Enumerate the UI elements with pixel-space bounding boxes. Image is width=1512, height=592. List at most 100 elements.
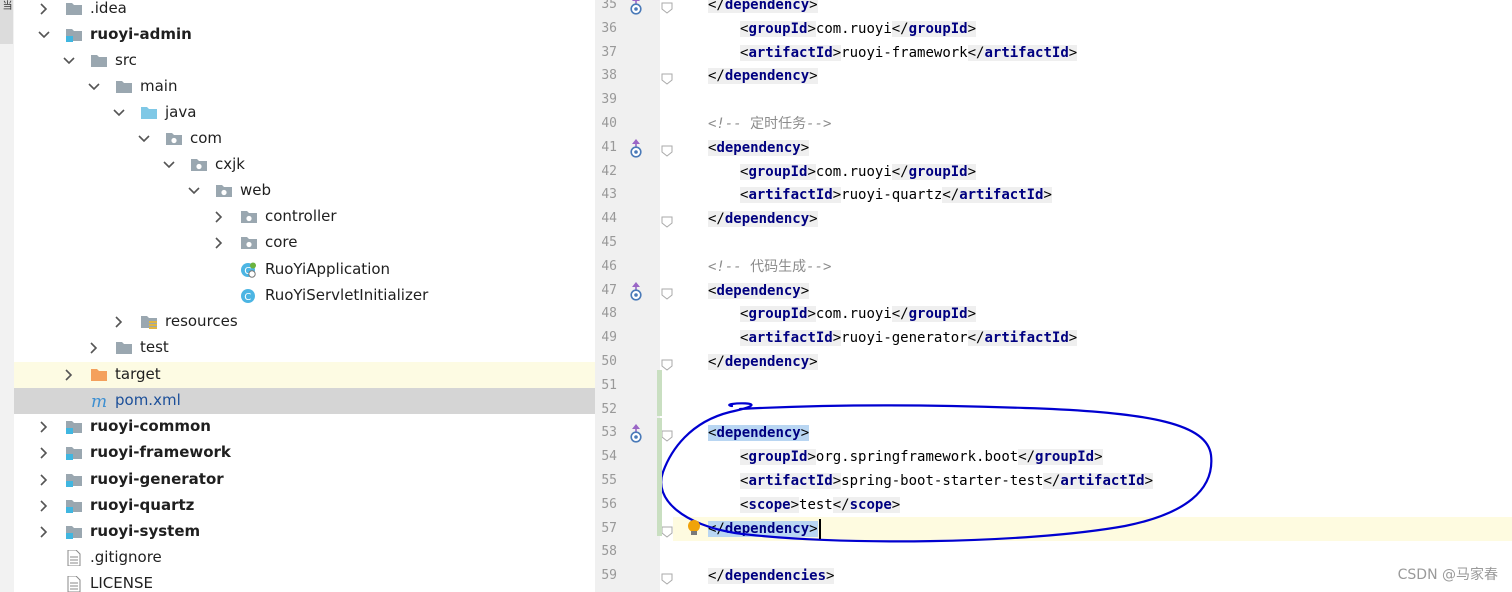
- line-number: 48: [601, 306, 617, 322]
- tree-item[interactable]: cxjk: [14, 152, 595, 178]
- expanded-chevron-icon[interactable]: [188, 185, 200, 197]
- overrides-gutter-icon[interactable]: [629, 281, 643, 301]
- tag-bracket: </: [708, 211, 725, 228]
- collapsed-chevron-icon[interactable]: [38, 3, 50, 15]
- collapsed-chevron-icon[interactable]: [38, 421, 50, 433]
- xml-tag: </dependency>: [708, 354, 818, 370]
- intention-lightbulb-icon[interactable]: [687, 519, 701, 537]
- tag-bracket: >: [967, 163, 977, 180]
- xml-close-tag: </artifactId>: [967, 330, 1078, 347]
- expanded-chevron-icon[interactable]: [138, 133, 150, 145]
- project-tool-tab[interactable]: 当: [0, 0, 13, 44]
- text-caret: [818, 518, 821, 539]
- tree-item[interactable]: core: [14, 230, 595, 256]
- tag-value: ruoyi-generator: [841, 330, 968, 347]
- folder-icon: [115, 340, 133, 356]
- line-number: 43: [601, 187, 617, 203]
- tree-item[interactable]: controller: [14, 204, 595, 230]
- collapsed-chevron-icon[interactable]: [38, 500, 50, 512]
- tree-item-label: ruoyi-framework: [90, 443, 231, 461]
- fold-marker-icon[interactable]: [661, 570, 673, 585]
- xml-open-tag: <artifactId>: [740, 44, 842, 61]
- vcs-added-marker[interactable]: [657, 418, 662, 536]
- tag-name: artifactId: [959, 187, 1044, 204]
- expanded-chevron-icon[interactable]: [63, 55, 75, 67]
- collapsed-chevron-icon[interactable]: [213, 237, 225, 249]
- tree-item[interactable]: src: [14, 48, 595, 74]
- fold-marker-icon[interactable]: [661, 213, 673, 228]
- tree-item[interactable]: ruoyi-system: [14, 519, 595, 545]
- tree-item[interactable]: .idea: [14, 0, 595, 22]
- tree-item-label: ruoyi-common: [90, 417, 211, 435]
- line-number: 35: [601, 0, 617, 12]
- tag-bracket: >: [809, 520, 818, 537]
- code-line: </dependencies>: [708, 564, 835, 588]
- collapsed-chevron-icon[interactable]: [88, 342, 100, 354]
- collapsed-chevron-icon[interactable]: [38, 526, 50, 538]
- tree-item-label: .idea: [90, 0, 127, 17]
- tag-bracket: >: [807, 306, 816, 323]
- fold-marker-icon[interactable]: [661, 0, 673, 14]
- overrides-gutter-icon[interactable]: [629, 138, 643, 158]
- vcs-added-marker[interactable]: [657, 370, 662, 416]
- fold-marker-icon[interactable]: [661, 142, 673, 157]
- tag-value: com.ruoyi: [815, 20, 892, 37]
- tree-item[interactable]: ruoyi-common: [14, 414, 595, 440]
- svg-text:C: C: [244, 292, 251, 303]
- tree-item[interactable]: test: [14, 335, 595, 361]
- collapsed-chevron-icon[interactable]: [63, 369, 75, 381]
- line-number: 42: [601, 163, 617, 179]
- collapsed-chevron-icon[interactable]: [38, 447, 50, 459]
- collapsed-chevron-icon[interactable]: [113, 316, 125, 328]
- tree-item[interactable]: com: [14, 126, 595, 152]
- expanded-chevron-icon[interactable]: [163, 159, 175, 171]
- tree-item-label: ruoyi-generator: [90, 470, 224, 488]
- code-editor[interactable]: 35 36 37 38 39 40 41 42 43 44 45 46 47 48 49 50 51 52 53 54…: [595, 0, 1512, 592]
- tag-name: artifactId: [748, 473, 833, 489]
- overrides-gutter-icon[interactable]: [629, 0, 643, 15]
- overrides-gutter-icon[interactable]: [629, 423, 643, 443]
- fold-marker-icon[interactable]: [661, 285, 673, 300]
- tree-item[interactable]: C RuoYiApplication: [14, 257, 595, 283]
- fold-marker-icon[interactable]: [661, 523, 673, 538]
- tree-item[interactable]: LICENSE: [14, 571, 595, 592]
- tree-item[interactable]: java: [14, 100, 595, 126]
- tree-item[interactable]: target: [14, 362, 595, 388]
- tree-item[interactable]: resources: [14, 309, 595, 335]
- tree-item[interactable]: main: [14, 74, 595, 100]
- code-line: <groupId>com.ruoyi</groupId>: [740, 160, 977, 184]
- xml-tag: </dependency>: [708, 211, 818, 228]
- expanded-chevron-icon[interactable]: [113, 107, 125, 119]
- tree-item[interactable]: m pom.xml: [14, 388, 595, 414]
- collapsed-chevron-icon[interactable]: [213, 211, 225, 223]
- expanded-chevron-icon[interactable]: [88, 81, 100, 93]
- tag-bracket: </: [942, 187, 960, 204]
- code-line: <scope>test</scope>: [740, 493, 901, 517]
- module-folder-icon: [65, 472, 83, 488]
- fold-marker-icon[interactable]: [661, 356, 673, 371]
- tag-bracket: >: [807, 449, 816, 466]
- fold-marker-icon[interactable]: [661, 427, 673, 443]
- tag-name: dependency: [716, 282, 801, 299]
- left-tool-strip: 当: [0, 0, 15, 592]
- tree-item[interactable]: ruoyi-quartz: [14, 493, 595, 519]
- tag-name: dependency: [724, 520, 810, 537]
- collapsed-chevron-icon[interactable]: [38, 474, 50, 486]
- tag-bracket: </: [891, 306, 909, 323]
- tree-item[interactable]: ruoyi-admin: [14, 22, 595, 48]
- tree-item[interactable]: ruoyi-framework: [14, 440, 595, 466]
- tree-item[interactable]: C RuoYiServletInitializer: [14, 283, 595, 309]
- tag-name: scope: [849, 496, 892, 513]
- tree-item-label: cxjk: [215, 155, 245, 173]
- tree-item[interactable]: web: [14, 178, 595, 204]
- tag-bracket: >: [826, 568, 835, 585]
- tree-item-label: resources: [165, 312, 238, 330]
- code-line: </dependency>: [708, 350, 818, 374]
- tree-item[interactable]: ruoyi-generator: [14, 467, 595, 493]
- tree-item-label: target: [115, 365, 161, 383]
- fold-marker-icon[interactable]: [661, 70, 673, 86]
- expanded-chevron-icon[interactable]: [38, 29, 50, 41]
- tree-item[interactable]: .gitignore: [14, 545, 595, 571]
- tree-item-label: ruoyi-quartz: [90, 496, 195, 514]
- project-tree[interactable]: .idea ruoyi-admin src main java com cxjk web con…: [14, 0, 595, 592]
